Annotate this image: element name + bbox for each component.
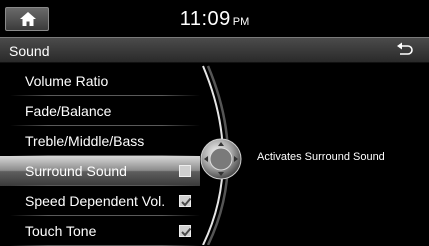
- menu-item-treble-middle-bass[interactable]: Treble/Middle/Bass: [0, 126, 200, 156]
- menu-item-label: Fade/Balance: [25, 103, 112, 119]
- menu-item-label: Treble/Middle/Bass: [25, 133, 145, 149]
- jog-dial-icon[interactable]: [200, 138, 242, 180]
- screen: 11:09 PM Sound Volume Ratio Fade/Balance …: [0, 0, 429, 246]
- checkmark-icon: [181, 227, 192, 237]
- checkmark-icon: [181, 197, 192, 207]
- menu-item-label: Speed Dependent Vol.: [25, 193, 166, 209]
- title-bar: Sound: [0, 37, 429, 63]
- page-title: Sound: [9, 43, 50, 59]
- menu-item-speed-dependent-vol[interactable]: Speed Dependent Vol.: [0, 186, 200, 216]
- touch-tone-checkbox[interactable]: [179, 225, 192, 237]
- menu-item-label: Surround Sound: [25, 163, 127, 179]
- back-arrow-icon: [397, 42, 413, 55]
- menu-item-surround-sound[interactable]: Surround Sound: [0, 156, 200, 186]
- menu-item-fade-balance[interactable]: Fade/Balance: [0, 96, 200, 126]
- clock-ampm: PM: [232, 16, 250, 28]
- clock-time: 11:09: [179, 8, 231, 30]
- menu-item-label: Volume Ratio: [25, 73, 109, 89]
- menu-item-touch-tone[interactable]: Touch Tone: [0, 216, 200, 246]
- status-bar: 11:09 PM: [0, 0, 429, 37]
- speed-dependent-vol-checkbox[interactable]: [179, 195, 192, 207]
- menu-item-volume-ratio[interactable]: Volume Ratio: [0, 66, 200, 96]
- clock: 11:09 PM: [0, 8, 429, 31]
- surround-sound-checkbox[interactable]: [179, 165, 191, 177]
- item-description: Activates Surround Sound: [257, 151, 385, 163]
- back-button[interactable]: [395, 41, 415, 59]
- menu-item-label: Touch Tone: [25, 223, 97, 239]
- sound-menu-list: Volume Ratio Fade/Balance Treble/Middle/…: [0, 64, 205, 246]
